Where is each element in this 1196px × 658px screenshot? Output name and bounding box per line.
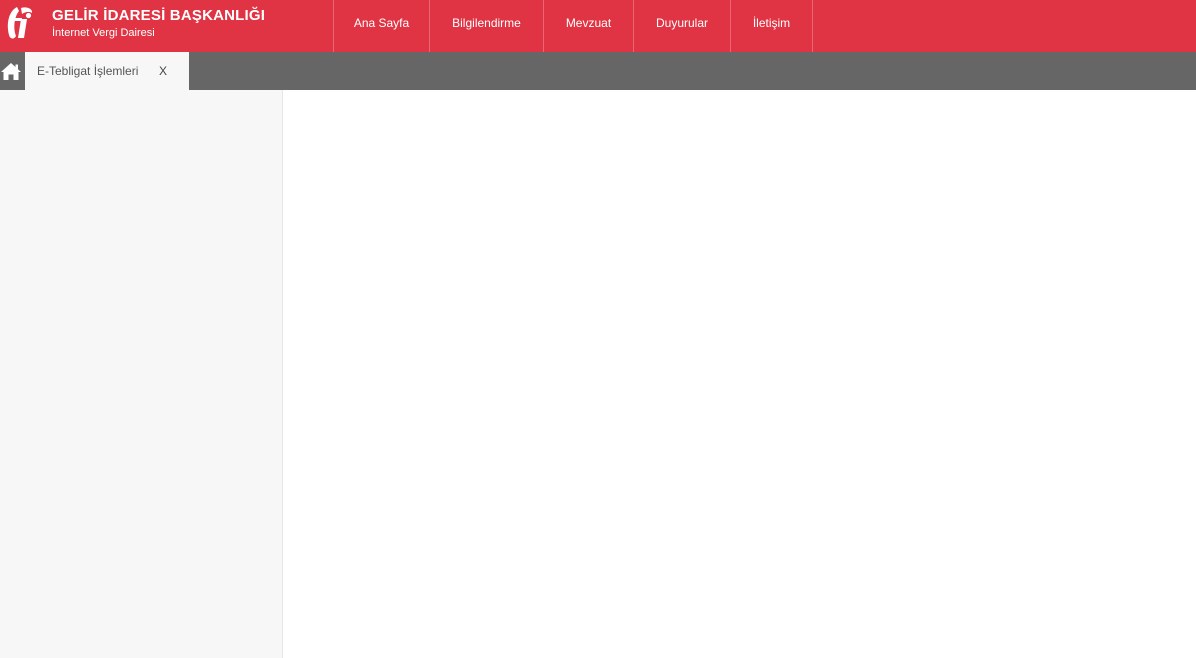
left-sidebar [0,90,283,658]
home-icon [1,63,21,80]
nav-item-duyurular[interactable]: Duyurular [634,0,731,52]
home-button[interactable] [0,52,24,90]
top-header: GELİR İDARESİ BAŞKANLIĞI İnternet Vergi … [0,0,1196,52]
tab-bar: E-Tebligat İşlemleri X [0,52,1196,90]
brand-title: GELİR İDARESİ BAŞKANLIĞI [52,7,266,24]
nav-item-bilgilendirme[interactable]: Bilgilendirme [430,0,544,52]
tab-label: E-Tebligat İşlemleri [37,64,139,78]
nav-item-ana-sayfa[interactable]: Ana Sayfa [334,0,430,52]
tab-close-button[interactable]: X [159,64,167,78]
nav-item-mevzuat[interactable]: Mevzuat [544,0,634,52]
brand-subtitle: İnternet Vergi Dairesi [52,27,155,39]
gib-logo-icon[interactable] [5,5,35,41]
tab-e-tebligat[interactable]: E-Tebligat İşlemleri X [25,52,189,90]
nav-item-iletisim[interactable]: İletişim [731,0,813,52]
main-content [283,90,1196,658]
main-nav: Ana Sayfa Bilgilendirme Mevzuat Duyurula… [333,0,813,52]
